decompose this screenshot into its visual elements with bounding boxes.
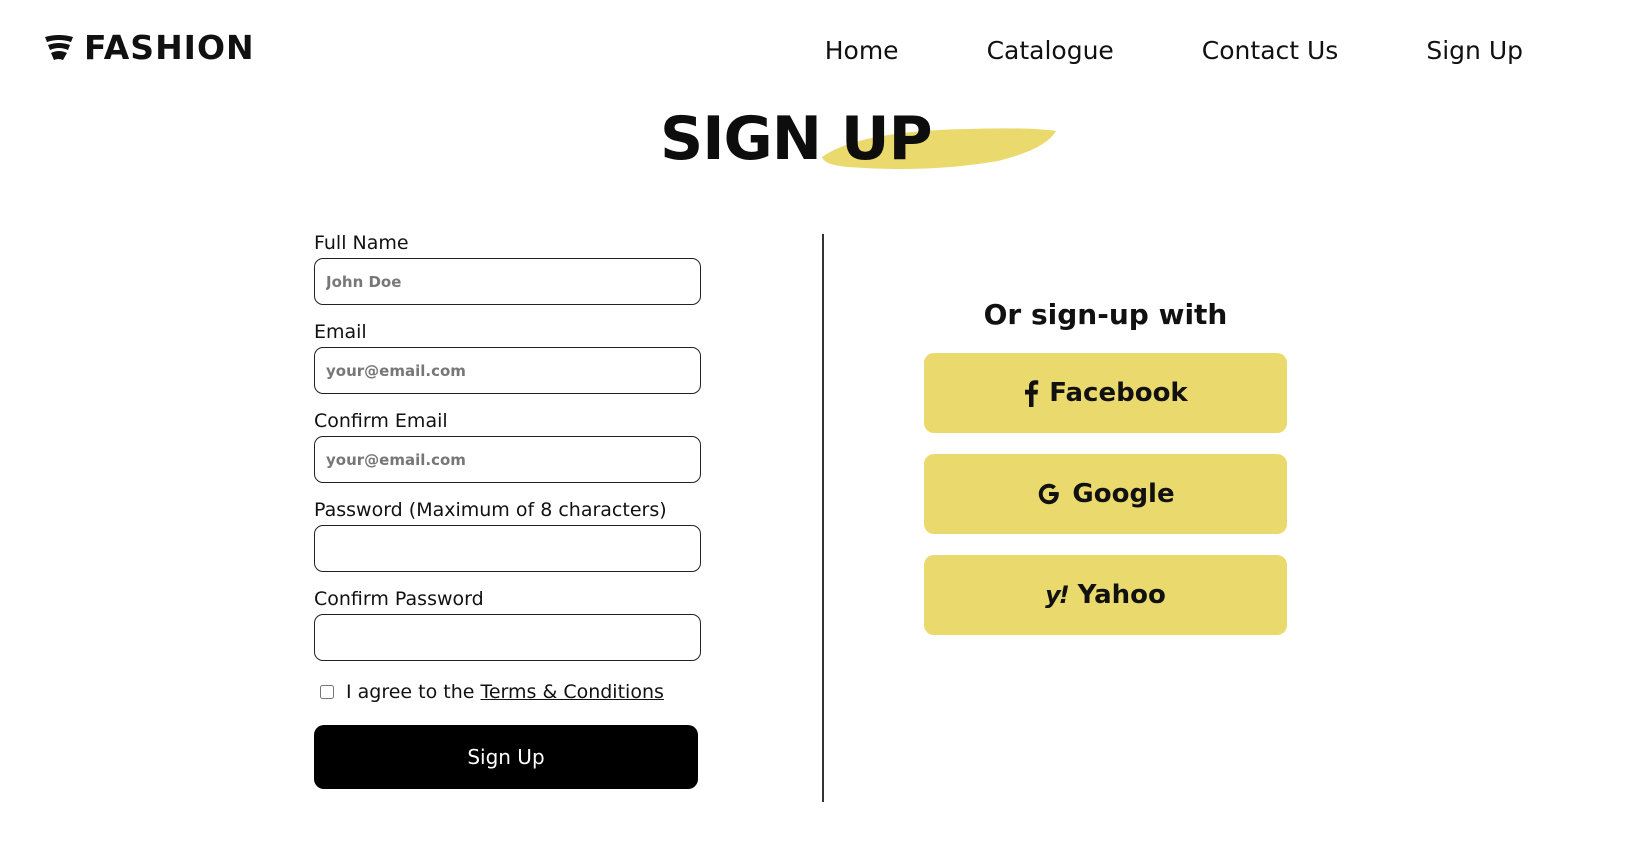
facebook-label: Facebook	[1049, 378, 1188, 408]
yahoo-icon: y!	[1045, 581, 1070, 609]
vertical-divider	[822, 234, 824, 802]
page-title: SIGN UP	[660, 104, 933, 174]
yahoo-label: Yahoo	[1077, 580, 1166, 610]
email-label: Email	[314, 321, 367, 343]
social-signup: Or sign-up with Facebook Google y! Yahoo	[924, 298, 1287, 656]
full-name-group: Full Name	[314, 232, 704, 305]
brand-name: FASHION	[84, 28, 255, 67]
signup-page: FASHION Home Catalogue Contact Us Sign U…	[0, 0, 1628, 842]
fashion-logo-icon	[44, 34, 74, 62]
email-input[interactable]	[314, 347, 701, 394]
terms-link[interactable]: Terms & Conditions	[480, 681, 663, 703]
terms-checkbox[interactable]	[320, 685, 334, 699]
google-label: Google	[1072, 479, 1175, 509]
signup-form: Full Name Email Confirm Email Password (…	[314, 232, 704, 789]
google-icon	[1036, 481, 1062, 507]
sign-up-button[interactable]: Sign Up	[314, 725, 698, 789]
terms-agreement: I agree to the Terms & Conditions	[314, 681, 704, 703]
confirm-password-label: Confirm Password	[314, 588, 484, 610]
password-label: Password (Maximum of 8 characters)	[314, 499, 667, 521]
password-group: Password (Maximum of 8 characters)	[314, 499, 704, 572]
yahoo-button[interactable]: y! Yahoo	[924, 555, 1287, 635]
page-title-block: SIGN UP	[660, 106, 1080, 176]
agree-text: I agree to the	[346, 681, 475, 703]
confirm-password-input[interactable]	[314, 614, 701, 661]
confirm-email-group: Confirm Email	[314, 410, 704, 483]
full-name-input[interactable]	[314, 258, 701, 305]
full-name-label: Full Name	[314, 232, 409, 254]
brand-logo[interactable]: FASHION	[44, 28, 255, 67]
google-button[interactable]: Google	[924, 454, 1287, 534]
social-heading: Or sign-up with	[983, 298, 1228, 331]
nav-contact-us[interactable]: Contact Us	[1202, 36, 1339, 65]
nav-home[interactable]: Home	[825, 36, 899, 65]
confirm-password-group: Confirm Password	[314, 588, 704, 661]
confirm-email-input[interactable]	[314, 436, 701, 483]
nav-catalogue[interactable]: Catalogue	[987, 36, 1114, 65]
confirm-email-label: Confirm Email	[314, 410, 448, 432]
main-nav: Home Catalogue Contact Us Sign Up	[825, 36, 1523, 65]
facebook-icon	[1023, 379, 1039, 407]
nav-sign-up[interactable]: Sign Up	[1426, 36, 1523, 65]
password-input[interactable]	[314, 525, 701, 572]
facebook-button[interactable]: Facebook	[924, 353, 1287, 433]
email-group: Email	[314, 321, 704, 394]
